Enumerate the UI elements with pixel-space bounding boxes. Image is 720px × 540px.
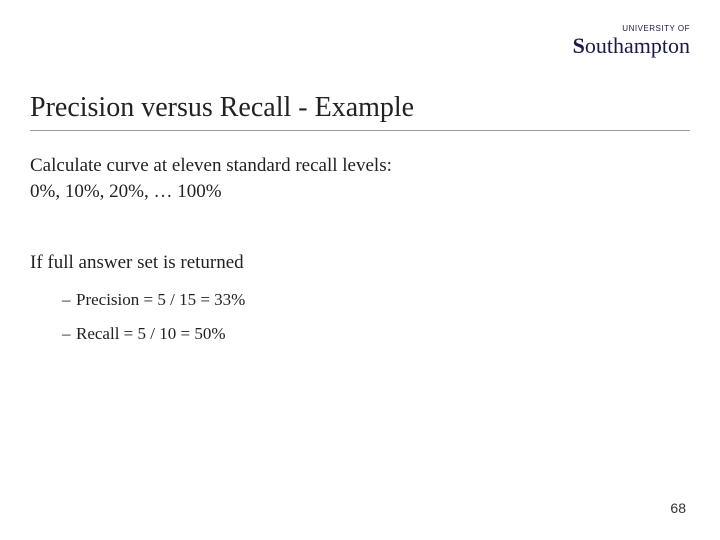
body-line-2: 0%, 10%, 20%, … 100% [30,179,690,205]
logo-main-rest: outhampton [585,33,690,58]
logo-main-text: Southampton [573,33,690,59]
bullet-1-text: Precision = 5 / 15 = 33% [76,290,245,309]
logo-main-initial: S [573,33,585,58]
bullet-1: –Precision = 5 / 15 = 33% [62,290,690,310]
body-line-3: If full answer set is returned [30,250,690,276]
bullet-2: –Recall = 5 / 10 = 50% [62,324,690,344]
slide-title: Precision versus Recall - Example [30,92,690,131]
bullet-2-text: Recall = 5 / 10 = 50% [76,324,225,343]
university-logo: UNIVERSITY OF Southampton [573,24,690,59]
dash-icon: – [62,290,76,310]
page-number: 68 [670,500,686,516]
logo-top-text: UNIVERSITY OF [573,24,690,33]
spacer [30,204,690,250]
body-line-1: Calculate curve at eleven standard recal… [30,153,690,179]
slide: UNIVERSITY OF Southampton Precision vers… [0,0,720,540]
slide-body: Calculate curve at eleven standard recal… [30,153,690,344]
dash-icon: – [62,324,76,344]
